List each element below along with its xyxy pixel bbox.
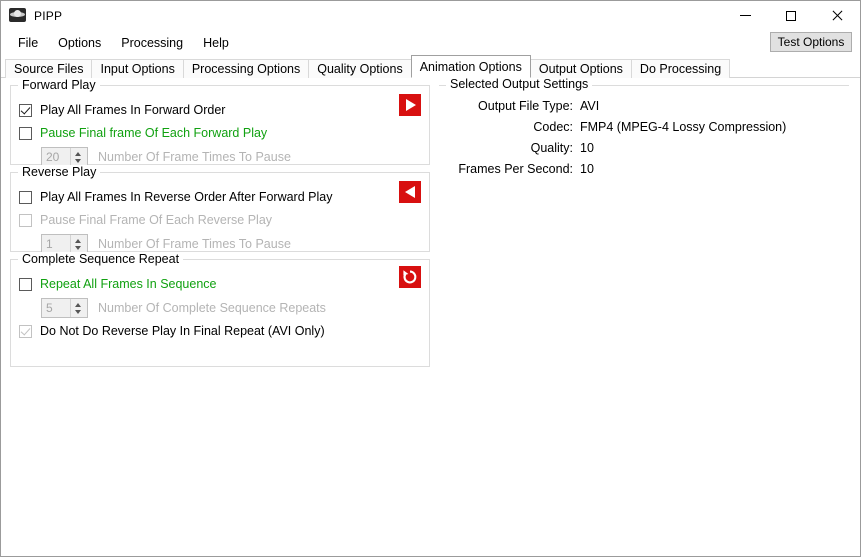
no-reverse-final-repeat-row[interactable]: Do Not Do Reverse Play In Final Repeat (… bbox=[19, 321, 421, 341]
forward-play-group-title: Forward Play bbox=[18, 78, 100, 92]
forward-pause-count-row: 20 Number Of Frame Times To Pause bbox=[41, 146, 421, 167]
no-reverse-final-repeat-checkbox[interactable] bbox=[19, 324, 32, 338]
play-all-reverse-label: Play All Frames In Reverse Order After F… bbox=[40, 190, 333, 204]
menu-bar: File Options Processing Help Test Option… bbox=[1, 31, 860, 55]
sequence-repeat-group: Complete Sequence Repeat Repeat All Fram… bbox=[10, 252, 430, 367]
pause-final-reverse-row[interactable]: Pause Final Frame Of Each Reverse Play bbox=[19, 210, 421, 230]
forward-pause-count-up-icon[interactable] bbox=[71, 148, 87, 157]
pause-final-reverse-checkbox[interactable] bbox=[19, 213, 32, 227]
window-controls bbox=[722, 1, 860, 30]
menu-item-processing[interactable]: Processing bbox=[111, 33, 193, 53]
play-reverse-glyph bbox=[404, 186, 415, 198]
sequence-repeat-count-buttons bbox=[70, 298, 87, 317]
tab-output-options[interactable]: Output Options bbox=[529, 59, 632, 78]
sequence-repeat-count-stepper[interactable]: 5 bbox=[41, 297, 88, 318]
minimize-button[interactable] bbox=[722, 1, 768, 30]
reverse-pause-count-row: 1 Number Of Frame Times To Pause bbox=[41, 233, 421, 254]
frames-per-second-key: Frames Per Second: bbox=[458, 162, 573, 176]
reverse-play-group-title: Reverse Play bbox=[18, 165, 101, 179]
pause-final-forward-checkbox[interactable] bbox=[19, 126, 32, 140]
animation-options-panel: Forward Play Play All Frames In Forward … bbox=[1, 77, 860, 556]
reverse-pause-count-value[interactable]: 1 bbox=[42, 235, 70, 253]
forward-pause-count-stepper[interactable]: 20 bbox=[41, 146, 88, 167]
tab-source-files[interactable]: Source Files bbox=[5, 59, 93, 78]
codec-value: FMP4 (MPEG-4 Lossy Compression) bbox=[580, 120, 787, 134]
reverse-pause-count-label: Number Of Frame Times To Pause bbox=[98, 236, 291, 251]
sequence-repeat-count-down-icon[interactable] bbox=[71, 308, 87, 317]
frames-per-second-row: Frames Per Second: 10 bbox=[447, 162, 841, 182]
tab-input-options[interactable]: Input Options bbox=[91, 59, 184, 78]
test-options-button[interactable]: Test Options bbox=[770, 32, 852, 52]
forward-pause-count-value[interactable]: 20 bbox=[42, 148, 70, 166]
quality-value: 10 bbox=[580, 141, 594, 155]
planet-icon bbox=[9, 7, 26, 24]
tab-processing-options[interactable]: Processing Options bbox=[182, 59, 310, 78]
repeat-all-frames-checkbox[interactable] bbox=[19, 277, 32, 291]
quality-row: Quality: 10 bbox=[447, 141, 841, 161]
play-all-forward-row[interactable]: Play All Frames In Forward Order bbox=[19, 100, 421, 120]
tab-animation-options[interactable]: Animation Options bbox=[410, 55, 531, 78]
play-forward-glyph bbox=[405, 99, 416, 111]
play-reverse-icon[interactable] bbox=[399, 181, 421, 203]
pipp-main-window: PIPP File Options Processing Help Test O… bbox=[0, 0, 861, 557]
selected-output-settings-title: Selected Output Settings bbox=[446, 77, 593, 91]
sequence-repeat-count-label: Number Of Complete Sequence Repeats bbox=[98, 300, 326, 315]
codec-key: Codec: bbox=[533, 120, 573, 134]
play-forward-icon[interactable] bbox=[399, 94, 421, 116]
sequence-repeat-count-value[interactable]: 5 bbox=[42, 299, 70, 317]
menu-item-options[interactable]: Options bbox=[48, 33, 111, 53]
reverse-pause-count-buttons bbox=[70, 234, 87, 253]
play-all-reverse-checkbox[interactable] bbox=[19, 190, 32, 204]
selected-output-settings-group: Selected Output Settings Output File Typ… bbox=[439, 77, 849, 185]
maximize-button[interactable] bbox=[768, 1, 814, 30]
codec-row: Codec: FMP4 (MPEG-4 Lossy Compression) bbox=[447, 120, 841, 140]
close-button[interactable] bbox=[814, 1, 860, 30]
menu-item-file[interactable]: File bbox=[8, 33, 48, 53]
forward-pause-count-buttons bbox=[70, 147, 87, 166]
repeat-all-frames-label: Repeat All Frames In Sequence bbox=[40, 277, 217, 291]
pause-final-reverse-label: Pause Final Frame Of Each Reverse Play bbox=[40, 213, 273, 227]
forward-pause-count-label: Number Of Frame Times To Pause bbox=[98, 149, 291, 164]
play-all-forward-label: Play All Frames In Forward Order bbox=[40, 103, 226, 117]
menu-item-help[interactable]: Help bbox=[193, 33, 239, 53]
repeat-loop-glyph bbox=[403, 270, 417, 284]
output-settings-column: Selected Output Settings Output File Typ… bbox=[439, 77, 849, 192]
sequence-repeat-count-up-icon[interactable] bbox=[71, 299, 87, 308]
title-bar: PIPP bbox=[1, 1, 860, 31]
play-all-reverse-row[interactable]: Play All Frames In Reverse Order After F… bbox=[19, 187, 421, 207]
minimize-icon bbox=[739, 15, 751, 16]
tab-bar: Source Files Input Options Processing Op… bbox=[1, 55, 860, 78]
close-icon bbox=[831, 10, 843, 22]
maximize-icon bbox=[786, 10, 796, 21]
output-file-type-value: AVI bbox=[580, 99, 600, 113]
output-file-type-key: Output File Type: bbox=[478, 99, 573, 113]
reverse-pause-count-stepper[interactable]: 1 bbox=[41, 233, 88, 254]
quality-key: Quality: bbox=[530, 141, 573, 155]
animation-settings-column: Forward Play Play All Frames In Forward … bbox=[10, 78, 430, 374]
tab-do-processing[interactable]: Do Processing bbox=[630, 59, 731, 78]
reverse-play-group: Reverse Play Play All Frames In Reverse … bbox=[10, 165, 430, 254]
repeat-all-frames-row[interactable]: Repeat All Frames In Sequence bbox=[19, 274, 421, 294]
forward-play-group: Forward Play Play All Frames In Forward … bbox=[10, 78, 430, 167]
no-reverse-final-repeat-label: Do Not Do Reverse Play In Final Repeat (… bbox=[40, 324, 325, 338]
repeat-loop-icon[interactable] bbox=[399, 266, 421, 288]
window-title: PIPP bbox=[34, 8, 63, 23]
sequence-repeat-count-row: 5 Number Of Complete Sequence Repeats bbox=[41, 297, 421, 318]
pause-final-forward-label: Pause Final frame Of Each Forward Play bbox=[40, 126, 268, 140]
frames-per-second-value: 10 bbox=[580, 162, 594, 176]
reverse-pause-count-up-icon[interactable] bbox=[71, 235, 87, 244]
sequence-repeat-group-title: Complete Sequence Repeat bbox=[18, 252, 184, 266]
play-all-forward-checkbox[interactable] bbox=[19, 103, 32, 117]
pause-final-forward-row[interactable]: Pause Final frame Of Each Forward Play bbox=[19, 123, 421, 143]
tab-quality-options[interactable]: Quality Options bbox=[308, 59, 412, 78]
output-file-type-row: Output File Type: AVI bbox=[447, 99, 841, 119]
